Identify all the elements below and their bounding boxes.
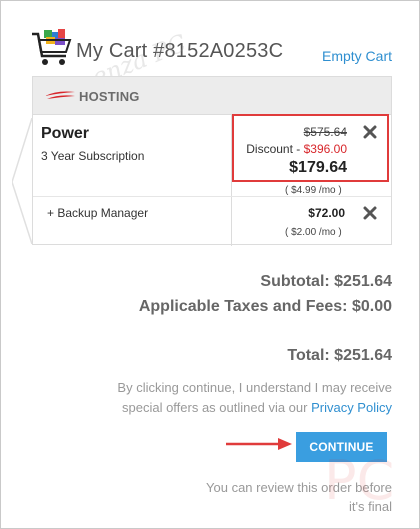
cart-title: My Cart #8152A0253C bbox=[76, 40, 284, 62]
cart-items-panel: HOSTING Power 3 Year Subscription $575.6… bbox=[32, 76, 392, 246]
subtotal: Subtotal: $251.64 bbox=[260, 273, 392, 290]
addon-name: + Backup Manager bbox=[47, 206, 149, 220]
shopping-cart-icon bbox=[32, 29, 72, 65]
addon-per-month: ( $2.00 /mo ) bbox=[285, 227, 342, 238]
addon-price: $72.00 bbox=[308, 206, 345, 220]
section-header-hosting: HOSTING bbox=[33, 77, 391, 115]
red-arrow-pointer bbox=[226, 438, 292, 450]
cart-header: My Cart #8152A0253C Empty Cart bbox=[30, 24, 400, 70]
product-name: Power bbox=[41, 125, 90, 142]
original-price: $575.64 bbox=[303, 125, 347, 139]
continue-button[interactable]: CONTINUE bbox=[296, 432, 387, 462]
empty-cart-link[interactable]: Empty Cart bbox=[322, 48, 392, 64]
final-price: $179.64 bbox=[289, 159, 347, 176]
section-label: HOSTING bbox=[79, 89, 140, 104]
taxes-fees: Applicable Taxes and Fees: $0.00 bbox=[138, 298, 392, 315]
row-divider bbox=[33, 196, 391, 197]
discount-value: $396.00 bbox=[303, 142, 347, 156]
product-per-month: ( $4.99 /mo ) bbox=[285, 185, 342, 196]
column-divider bbox=[231, 115, 232, 246]
remove-product-icon[interactable] bbox=[362, 124, 378, 140]
discount-row: Discount - $396.00 bbox=[246, 142, 347, 156]
hosting-logo-icon bbox=[45, 91, 75, 99]
total: Total: $251.64 bbox=[287, 347, 392, 364]
agreement-text: By clicking continue, I understand I may… bbox=[92, 378, 392, 418]
privacy-policy-link[interactable]: Privacy Policy bbox=[311, 400, 392, 415]
review-order-text: You can review this order before it's fi… bbox=[206, 480, 392, 514]
product-term: 3 Year Subscription bbox=[41, 149, 145, 163]
discount-label: Discount - bbox=[246, 142, 304, 156]
remove-addon-icon[interactable] bbox=[362, 205, 378, 221]
